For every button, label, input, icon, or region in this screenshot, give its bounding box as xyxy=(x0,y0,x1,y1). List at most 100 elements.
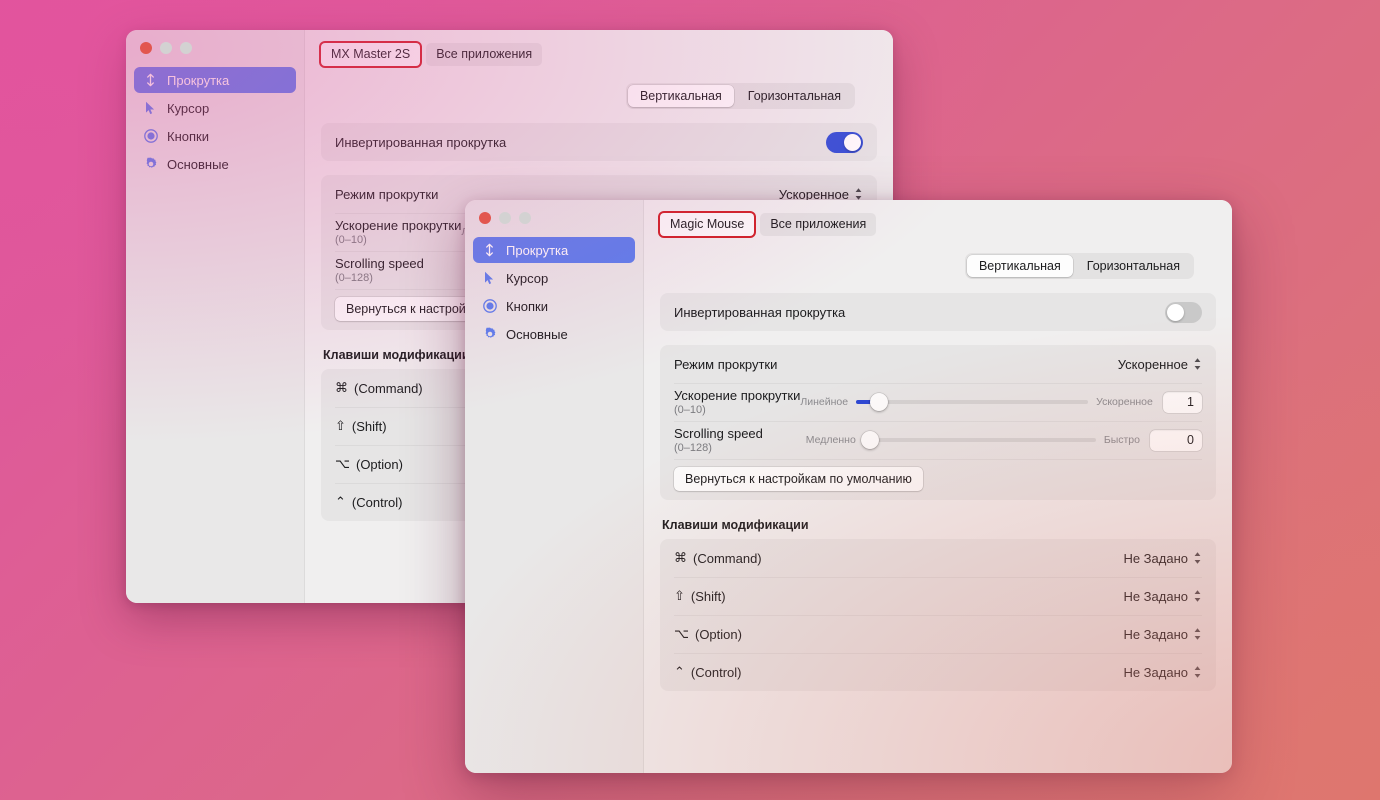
speed-max-caption: Быстро xyxy=(1103,434,1140,446)
scroll-direction-segmented-wrap: Вертикальная Горизонтальная xyxy=(321,83,877,109)
shift-key-icon: ⇧ xyxy=(335,418,346,434)
sidebar-item-cursor[interactable]: Курсор xyxy=(473,265,635,291)
sidebar-item-scroll[interactable]: Прокрутка xyxy=(473,237,635,263)
scroll-mode-value: Ускоренное xyxy=(1117,356,1188,372)
sidebar-item-scroll[interactable]: Прокрутка xyxy=(134,67,296,93)
minimize-button[interactable] xyxy=(499,212,511,224)
modifier-row[interactable]: ⌘ (Command) Не Задано xyxy=(660,539,1216,577)
speed-range: (0–128) xyxy=(674,442,712,454)
speed-slider-track[interactable] xyxy=(860,431,1096,449)
chevron-updown-icon xyxy=(1193,357,1202,371)
segment-vertical[interactable]: Вертикальная xyxy=(966,255,1073,277)
sidebar-list: Прокрутка Курсор Кнопки Основные xyxy=(465,228,643,347)
modifier-value: Не Задано xyxy=(1123,550,1188,566)
close-button[interactable] xyxy=(140,42,152,54)
chevron-updown-icon xyxy=(1193,665,1202,679)
reset-defaults-button[interactable]: Вернуться к настройкам по умолчанию xyxy=(674,467,923,491)
scroll-settings-card: Режим прокрутки Ускоренное Ускорение про… xyxy=(660,345,1216,500)
speed-labelbox: Scrolling speed (0–128) xyxy=(674,426,763,454)
tab-device[interactable]: MX Master 2S xyxy=(321,42,421,66)
segment-horizontal[interactable]: Горизонтальная xyxy=(736,85,853,107)
settings-window-magic-mouse[interactable]: Прокрутка Курсор Кнопки Основные Magic M… xyxy=(465,200,1232,773)
shift-key-icon: ⇧ xyxy=(674,588,685,604)
maximize-button[interactable] xyxy=(180,42,192,54)
tab-all-apps[interactable]: Все приложения xyxy=(760,212,877,236)
modifier-row[interactable]: ⌥ (Option) Не Задано xyxy=(660,615,1216,653)
modifier-name: (Command) xyxy=(693,550,762,566)
speed-label: Scrolling speed xyxy=(335,256,424,271)
acceleration-max-caption: Ускоренное xyxy=(1096,396,1153,408)
speed-slider-block[interactable]: Медленно Быстро xyxy=(805,431,1140,449)
scroll-direction-segmented-wrap: Вертикальная Горизонтальная xyxy=(660,253,1216,279)
scroll-direction-segmented[interactable]: Вертикальная Горизонтальная xyxy=(964,253,1194,279)
acceleration-slider-thumb[interactable] xyxy=(870,393,889,411)
tab-all-apps[interactable]: Все приложения xyxy=(426,42,543,66)
sidebar-item-cursor[interactable]: Курсор xyxy=(134,95,296,121)
acceleration-slider-block[interactable]: Линейное Ускоренное xyxy=(800,393,1153,411)
scroll-vertical-icon xyxy=(482,243,497,258)
modifier-popup[interactable]: Не Задано xyxy=(1123,627,1202,642)
modifiers-title: Клавиши модификации xyxy=(662,518,809,532)
sidebar-item-buttons[interactable]: Кнопки xyxy=(473,293,635,319)
acceleration-label: Ускорение прокрутки xyxy=(674,388,801,403)
modifier-name: (Control) xyxy=(351,494,403,510)
reset-row: Вернуться к настройкам по умолчанию xyxy=(660,459,1216,500)
content-area: Magic Mouse Все приложения Вертикальная … xyxy=(644,200,1232,773)
modifier-value: Не Задано xyxy=(1123,664,1188,680)
acceleration-range: (0–10) xyxy=(674,404,706,416)
sidebar-item-buttons[interactable]: Кнопки xyxy=(134,123,296,149)
speed-slider-thumb[interactable] xyxy=(860,431,879,449)
control-key-icon: ⌃ xyxy=(674,664,685,680)
sidebar-item-label: Прокрутка xyxy=(167,72,230,88)
modifier-popup[interactable]: Не Задано xyxy=(1123,589,1202,604)
scroll-mode-popup[interactable]: Ускоренное xyxy=(1118,357,1202,372)
modifier-row[interactable]: ⇧ (Shift) Не Задано xyxy=(660,577,1216,615)
cursor-arrow-icon xyxy=(482,271,497,286)
modifier-value: Не Задано xyxy=(1123,588,1188,604)
sidebar-item-label: Курсор xyxy=(167,100,210,116)
speed-min-caption: Медленно xyxy=(805,434,856,446)
radio-circle-icon xyxy=(482,299,497,314)
tab-device[interactable]: Magic Mouse xyxy=(660,212,755,236)
command-key-icon: ⌘ xyxy=(674,550,687,566)
window-traffic-lights[interactable] xyxy=(140,42,192,54)
modifier-name: (Control) xyxy=(690,664,742,680)
chevron-updown-icon xyxy=(1193,627,1202,641)
modifier-row[interactable]: ⌃ (Control) Не Задано xyxy=(660,653,1216,691)
modifier-popup[interactable]: Не Задано xyxy=(1123,551,1202,566)
desktop-background: Прокрутка Курсор Кнопки Основные MX Mast… xyxy=(0,0,1380,800)
sidebar-list: Прокрутка Курсор Кнопки Основные xyxy=(126,58,304,177)
window-traffic-lights[interactable] xyxy=(479,212,531,224)
option-key-icon: ⌥ xyxy=(335,456,350,472)
device-tabbar: Magic Mouse Все приложения xyxy=(660,211,1216,237)
invert-scroll-toggle[interactable] xyxy=(826,131,863,153)
acceleration-value-field[interactable]: 1 xyxy=(1162,391,1202,413)
sidebar-item-general[interactable]: Основные xyxy=(134,151,296,177)
segment-horizontal[interactable]: Горизонтальная xyxy=(1075,255,1192,277)
speed-row[interactable]: Scrolling speed (0–128) Медленно Быстро … xyxy=(660,421,1216,459)
scroll-mode-row[interactable]: Режим прокрутки Ускоренное xyxy=(660,345,1216,383)
invert-scroll-row[interactable]: Инвертированная прокрутка xyxy=(321,123,877,161)
invert-scroll-toggle[interactable] xyxy=(1165,301,1202,323)
acceleration-slider-track[interactable] xyxy=(856,393,1089,411)
minimize-button[interactable] xyxy=(160,42,172,54)
modifier-name: (Option) xyxy=(694,626,742,642)
close-button[interactable] xyxy=(479,212,491,224)
chevron-updown-icon xyxy=(854,187,863,201)
speed-label: Scrolling speed xyxy=(674,426,763,441)
invert-scroll-row[interactable]: Инвертированная прокрутка xyxy=(660,293,1216,331)
modifier-name: (Command) xyxy=(354,380,423,396)
gear-icon xyxy=(143,157,158,172)
sidebar-item-general[interactable]: Основные xyxy=(473,321,635,347)
acceleration-row[interactable]: Ускорение прокрутки (0–10) Линейное Уско… xyxy=(660,383,1216,421)
segment-vertical[interactable]: Вертикальная xyxy=(627,85,734,107)
scroll-direction-segmented[interactable]: Вертикальная Горизонтальная xyxy=(625,83,855,109)
maximize-button[interactable] xyxy=(519,212,531,224)
sidebar-item-label: Кнопки xyxy=(506,298,548,314)
acceleration-labelbox: Ускорение прокрутки (0–10) xyxy=(335,218,461,246)
speed-value-field[interactable]: 0 xyxy=(1150,429,1202,451)
toggle-knob xyxy=(1167,303,1184,321)
invert-scroll-label: Инвертированная прокрутка xyxy=(674,304,846,320)
speed-range: (0–128) xyxy=(335,272,373,284)
modifier-popup[interactable]: Не Задано xyxy=(1123,665,1202,680)
